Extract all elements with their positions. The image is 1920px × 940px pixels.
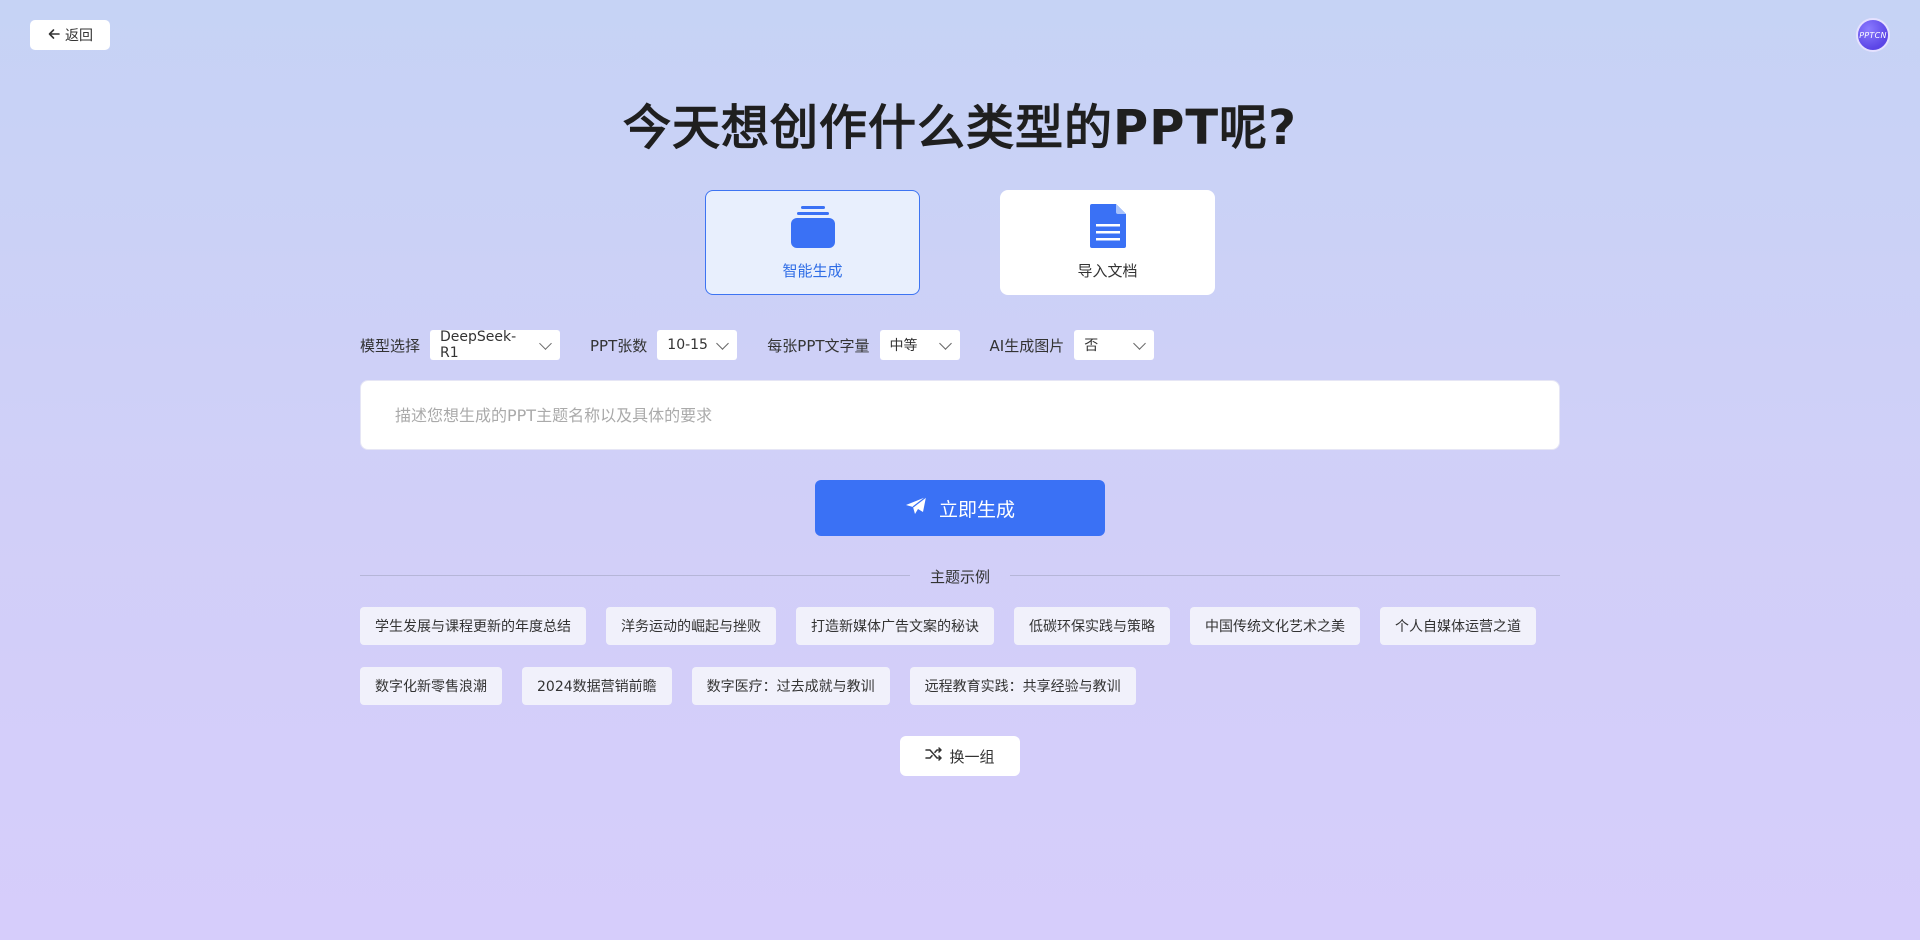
generate-label: 立即生成 — [938, 498, 1015, 521]
text-amount-label: 每张PPT文字量 — [767, 336, 870, 355]
example-chip[interactable]: 数字医疗：过去成就与教训 — [691, 667, 890, 705]
document-icon — [1089, 204, 1126, 252]
ai-image-label: AI生成图片 — [989, 336, 1065, 355]
model-select[interactable]: DeepSeek-R1 — [430, 329, 561, 361]
mode-smart-generate[interactable]: 智能生成 — [705, 190, 920, 295]
avatar-text: PPTCN — [1859, 30, 1887, 40]
example-chip[interactable]: 远程教育实践：共享经验与教训 — [909, 667, 1136, 705]
example-chip[interactable]: 学生发展与课程更新的年度总结 — [360, 607, 586, 645]
text-amount-select[interactable]: 中等 — [879, 330, 960, 360]
example-chip[interactable]: 打造新媒体广告文案的秘诀 — [796, 607, 994, 645]
filter-bar: 模型选择 DeepSeek-R1 PPT张数 10-15 每张PPT文字量 中等… — [360, 329, 1184, 361]
chevron-down-icon — [539, 336, 552, 350]
example-chip[interactable]: 数字化新零售浪潮 — [360, 667, 502, 705]
prompt-box — [360, 380, 1560, 450]
mode-import-document[interactable]: 导入文档 — [1000, 190, 1215, 295]
example-chip[interactable]: 中国传统文化艺术之美 — [1190, 607, 1360, 645]
stack-icon — [790, 204, 835, 252]
example-chip[interactable]: 2024数据营销前瞻 — [522, 667, 672, 705]
back-button[interactable]: 返回 — [30, 20, 110, 50]
shuffle-label: 换一组 — [949, 747, 995, 766]
divider-left — [360, 575, 910, 576]
model-select-label: 模型选择 — [360, 336, 421, 355]
page-count-value: 10-15 — [667, 337, 708, 353]
prompt-input[interactable] — [361, 381, 1559, 449]
chevron-down-icon — [938, 336, 952, 350]
back-label: 返回 — [65, 28, 93, 44]
page-count-label: PPT张数 — [590, 336, 648, 355]
page-title: 今天想创作什么类型的PPT呢? — [623, 100, 1297, 156]
chevron-down-icon — [716, 336, 730, 350]
examples-row: 数字化新零售浪潮 2024数据营销前瞻 数字医疗：过去成就与教训 远程教育实践：… — [360, 667, 1136, 705]
example-chip[interactable]: 个人自媒体运营之道 — [1380, 607, 1536, 645]
example-chip[interactable]: 低碳环保实践与策略 — [1014, 607, 1170, 645]
generate-button[interactable]: 立即生成 — [815, 480, 1105, 536]
examples-row: 学生发展与课程更新的年度总结 洋务运动的崛起与挫败 打造新媒体广告文案的秘诀 低… — [360, 607, 1536, 645]
examples-heading: 主题示例 — [929, 568, 990, 586]
text-amount-value: 中等 — [889, 338, 918, 354]
ai-image-select[interactable]: 否 — [1074, 330, 1155, 360]
mode-smart-label: 智能生成 — [782, 262, 843, 280]
page-count-select[interactable]: 10-15 — [657, 330, 738, 360]
paper-plane-icon — [905, 496, 927, 521]
model-select-value: DeepSeek-R1 — [440, 329, 517, 361]
ai-image-value: 否 — [1084, 338, 1099, 354]
shuffle-button[interactable]: 换一组 — [900, 736, 1020, 776]
divider-right — [1010, 575, 1560, 576]
chevron-down-icon — [1133, 336, 1147, 350]
mode-import-label: 导入文档 — [1077, 262, 1138, 280]
arrow-left-icon — [47, 27, 61, 44]
avatar[interactable]: PPTCN — [1856, 18, 1890, 52]
shuffle-icon — [925, 747, 943, 765]
example-chip[interactable]: 洋务运动的崛起与挫败 — [606, 607, 776, 645]
